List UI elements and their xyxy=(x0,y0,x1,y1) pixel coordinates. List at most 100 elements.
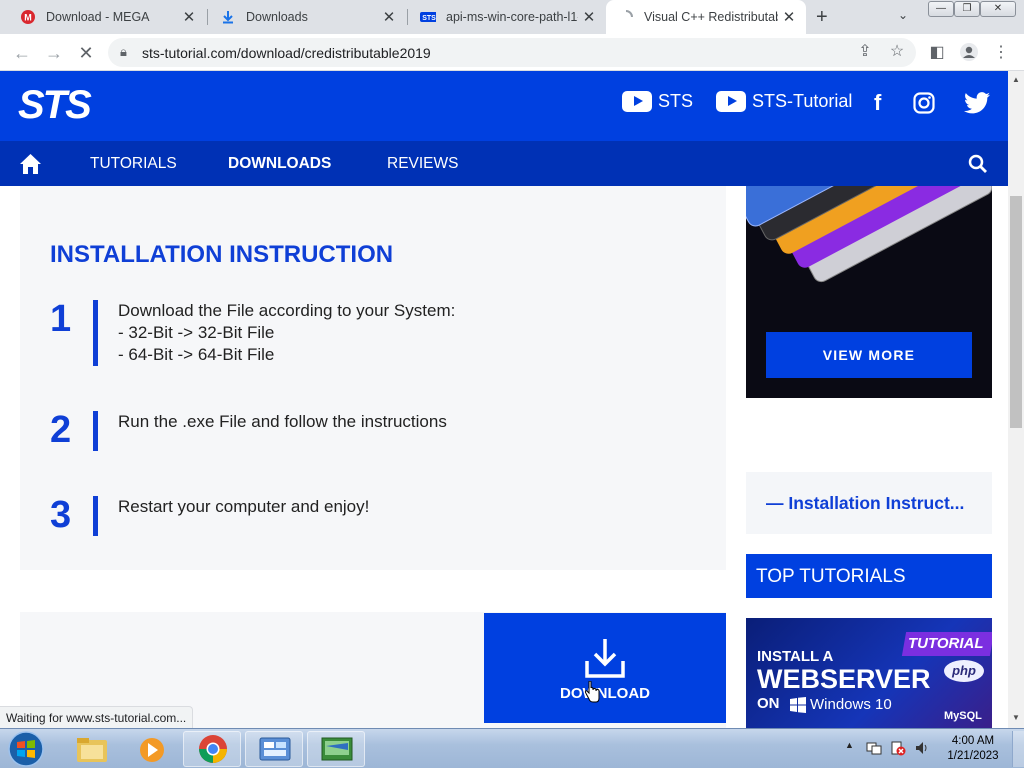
logo-text: STS xyxy=(18,85,92,125)
tab-downloads[interactable]: Downloads ✕ xyxy=(208,0,406,34)
network-icon[interactable] xyxy=(866,740,882,761)
scroll-down-icon[interactable]: ▼ xyxy=(1012,713,1020,722)
step-divider xyxy=(93,300,98,366)
facebook-icon[interactable]: f xyxy=(874,90,881,116)
sts-logo[interactable]: STS xyxy=(18,83,118,130)
forward-icon[interactable]: → xyxy=(42,41,66,65)
social-youtube-sts-tutorial[interactable]: STS-Tutorial xyxy=(716,91,852,112)
download-button[interactable]: DOWNLOAD xyxy=(484,613,726,723)
banner-line-2: WEBSERVER xyxy=(757,664,931,694)
clock-time: 4:00 AM xyxy=(951,735,995,747)
toc-link-installation[interactable]: — Installation Instruct... xyxy=(766,493,964,514)
tab-visual-cpp[interactable]: Visual C++ Redistributable ✕ xyxy=(606,0,806,34)
clock-date: 1/21/2023 xyxy=(947,750,999,762)
close-icon[interactable]: ✕ xyxy=(578,8,600,26)
table-of-contents-box: — Installation Instruct... xyxy=(746,472,992,534)
action-center-icon[interactable] xyxy=(890,740,906,761)
new-tab-icon[interactable]: + xyxy=(816,6,828,29)
profile-avatar-icon[interactable] xyxy=(958,42,980,64)
banner-line-3-prefix: ON xyxy=(757,695,780,712)
scroll-up-icon[interactable]: ▲ xyxy=(1012,75,1020,84)
browser-toolbar: ← → ✕ 🔒︎ sts-tutorial.com/download/credi… xyxy=(0,34,1024,71)
menu-kebab-icon[interactable]: ⋮ xyxy=(990,42,1012,64)
search-icon[interactable] xyxy=(968,154,988,179)
close-icon[interactable]: ✕ xyxy=(778,8,800,26)
lock-icon[interactable]: 🔒︎ xyxy=(120,44,127,60)
hand-cursor-icon xyxy=(584,681,600,703)
control-panel-taskbar-icon[interactable] xyxy=(245,731,303,767)
step-line: Download the File according to your Syst… xyxy=(118,301,456,320)
step-number: 3 xyxy=(50,494,72,536)
social-youtube-sts[interactable]: STS xyxy=(622,91,693,112)
instagram-icon[interactable] xyxy=(913,92,935,114)
stop-loading-icon[interactable]: ✕ xyxy=(74,41,98,65)
top-tutorials-heading: TOP TUTORIALS xyxy=(746,554,992,598)
download-label: DOWNLOAD xyxy=(560,685,650,702)
status-bubble: Waiting for www.sts-tutorial.com... xyxy=(0,706,194,728)
back-icon[interactable]: ← xyxy=(10,41,34,65)
minimize-icon[interactable]: — xyxy=(928,1,954,17)
step-divider xyxy=(93,496,98,536)
show-desktop-button[interactable] xyxy=(1012,731,1024,767)
show-hidden-icons-icon[interactable]: ▲ xyxy=(845,740,854,750)
explorer-taskbar-icon[interactable] xyxy=(62,731,120,767)
banner-line-1: INSTALL A xyxy=(757,648,834,665)
sidebar-ad-banner[interactable]: VIEW MORE xyxy=(746,186,992,398)
step-divider xyxy=(93,411,98,451)
download-icon xyxy=(220,9,236,25)
svg-text:M: M xyxy=(24,13,32,23)
mega-icon: M xyxy=(20,9,36,25)
bookmark-star-icon[interactable]: ☆ xyxy=(886,41,908,63)
step-text: Download the File according to your Syst… xyxy=(118,300,455,366)
media-player-taskbar-icon[interactable] xyxy=(122,731,180,767)
browser-tab-strip: M Download - MEGA ✕ Downloads ✕ STS api-… xyxy=(0,0,1024,34)
youtube-icon xyxy=(716,91,746,112)
page-content: INSTALLATION INSTRUCTION 1 Download the … xyxy=(0,186,1008,728)
chrome-taskbar-icon[interactable] xyxy=(183,731,241,767)
page-scrollbar[interactable]: ▲ ▼ xyxy=(1008,71,1024,728)
step-line: Run the .exe File and follow the instruc… xyxy=(118,412,447,431)
download-icon xyxy=(585,639,625,678)
system-clock[interactable]: 4:00 AM 1/21/2023 xyxy=(940,734,1006,764)
installer-taskbar-icon[interactable] xyxy=(307,731,365,767)
step-line: - 32-Bit -> 32-Bit File xyxy=(118,323,275,342)
tutorial-tag: TUTORIAL xyxy=(908,635,984,652)
url-text[interactable]: sts-tutorial.com/download/credistributab… xyxy=(142,45,431,61)
windows-logo-icon xyxy=(790,697,806,718)
tab-title: Downloads xyxy=(246,10,308,24)
sts-icon: STS xyxy=(420,9,436,25)
tab-mega[interactable]: M Download - MEGA ✕ xyxy=(8,0,206,34)
nav-reviews[interactable]: REVIEWS xyxy=(387,155,458,173)
step-text: Restart your computer and enjoy! xyxy=(118,496,369,518)
nav-downloads[interactable]: DOWNLOADS xyxy=(228,155,331,173)
twitter-icon[interactable] xyxy=(964,92,990,114)
youtube-icon xyxy=(622,91,652,112)
nav-tutorials[interactable]: TUTORIALS xyxy=(90,155,177,173)
tab-title: api-ms-win-core-path-l1-1-0 xyxy=(446,10,578,24)
view-more-button[interactable]: VIEW MORE xyxy=(766,332,972,378)
social-label: STS-Tutorial xyxy=(752,91,853,111)
scrollbar-thumb[interactable] xyxy=(1010,196,1022,428)
tutorial-thumbnail-webserver[interactable]: TUTORIAL INSTALL A WEBSERVER ON Windows … xyxy=(746,618,992,728)
close-icon[interactable]: ✕ xyxy=(178,8,200,26)
volume-icon[interactable] xyxy=(914,740,930,761)
php-logo: php xyxy=(944,660,984,682)
step-text: Run the .exe File and follow the instruc… xyxy=(118,411,447,433)
address-bar[interactable]: 🔒︎ sts-tutorial.com/download/credistribu… xyxy=(108,38,916,67)
restore-icon[interactable]: ❐ xyxy=(954,1,980,17)
site-header: STS STS STS-Tutorial f xyxy=(0,71,1008,141)
step-number: 1 xyxy=(50,298,72,340)
loading-icon xyxy=(618,9,634,25)
instructions-title: INSTALLATION INSTRUCTION xyxy=(50,241,394,268)
social-label: STS xyxy=(658,91,694,111)
tab-search-icon[interactable]: ⌄ xyxy=(898,8,908,22)
close-icon[interactable]: ✕ xyxy=(378,8,400,26)
step-line: Restart your computer and enjoy! xyxy=(118,497,370,516)
share-icon[interactable]: ⇪ xyxy=(854,41,876,63)
side-panel-icon[interactable]: ◧ xyxy=(926,42,948,64)
home-icon[interactable] xyxy=(19,153,42,180)
window-close-icon[interactable]: ✕ xyxy=(980,1,1016,17)
start-button[interactable] xyxy=(6,730,46,773)
tab-api-ms-win[interactable]: STS api-ms-win-core-path-l1-1-0 ✕ xyxy=(408,0,606,34)
tab-title: Download - MEGA xyxy=(46,10,150,24)
